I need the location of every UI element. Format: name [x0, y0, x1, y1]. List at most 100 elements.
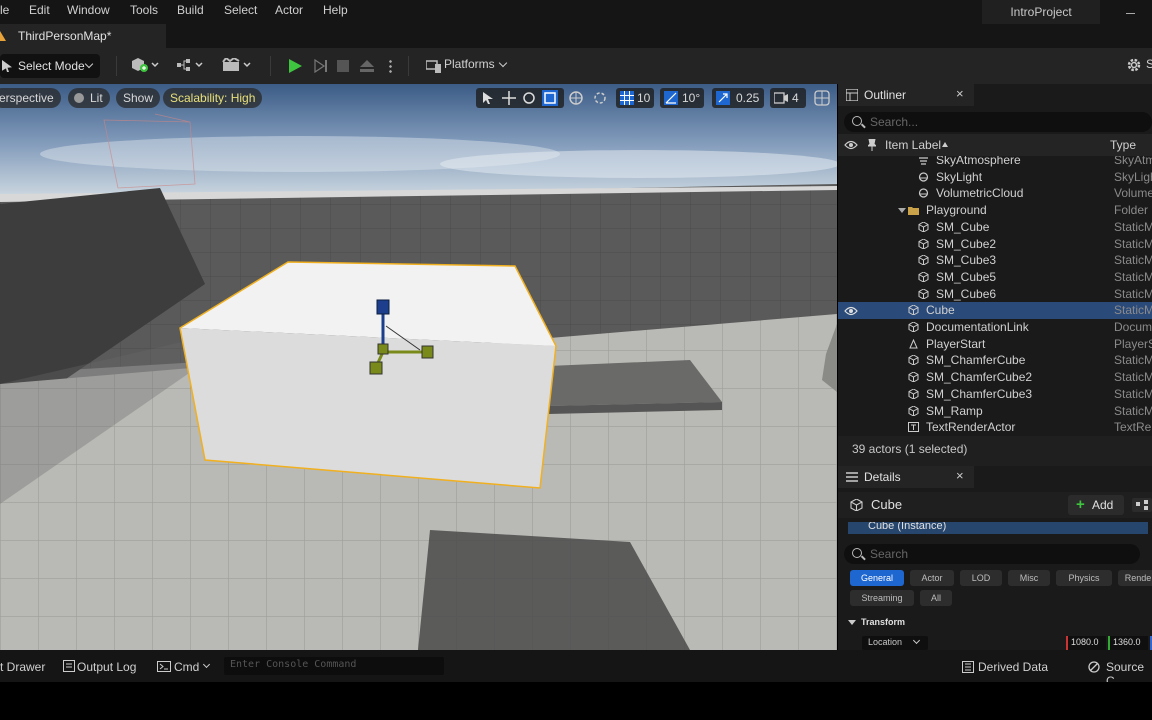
viewport-layout-icon[interactable] — [814, 90, 830, 106]
details-title: Details — [864, 470, 901, 484]
location-y-field[interactable]: 1360.0 — [1108, 636, 1148, 650]
map-tab[interactable]: ThirdPersonMap* — [0, 24, 166, 48]
blueprint-icon[interactable] — [176, 58, 206, 72]
visibility-icon[interactable] — [844, 140, 858, 150]
outliner-row[interactable]: VolumetricCloud Volume — [838, 185, 1152, 202]
translate-icon[interactable] — [502, 91, 516, 105]
outliner-row[interactable]: Cube StaticM — [838, 302, 1152, 319]
output-log-button[interactable]: Output Log — [61, 658, 145, 676]
select-mode-dropdown[interactable]: Select Mode — [0, 54, 100, 78]
minimize-icon[interactable] — [1126, 13, 1135, 14]
document-tab-row: ThirdPersonMap* — [0, 24, 1152, 48]
lit-dropdown[interactable]: Lit — [68, 88, 110, 108]
outliner-column-header: Item Label Type — [838, 134, 1152, 156]
blueprint-convert-icon[interactable] — [1132, 498, 1152, 512]
cmd-dropdown[interactable]: Cmd — [157, 658, 217, 676]
menu-file[interactable]: le — [0, 3, 9, 17]
component-instance-row[interactable]: Cube (Instance) — [848, 522, 1148, 534]
scene-render[interactable] — [0, 84, 837, 650]
outliner-tab[interactable]: Outliner × — [838, 84, 974, 106]
filter-actor[interactable]: Actor — [910, 570, 954, 586]
filter-lod[interactable]: LOD — [960, 570, 1002, 586]
menu-window[interactable]: Window — [67, 3, 110, 17]
eject-icon[interactable] — [360, 60, 374, 72]
select-icon[interactable] — [482, 91, 494, 105]
outliner-row[interactable]: TextRenderActor TextRen — [838, 419, 1152, 436]
add-component-button[interactable]: + Add — [1068, 495, 1124, 515]
more-options-icon[interactable] — [389, 59, 392, 73]
platforms-dropdown[interactable]: Platforms — [424, 56, 510, 76]
output-log-label: Output Log — [77, 660, 137, 674]
actor-name-field[interactable]: Cube — [871, 497, 902, 512]
console-command-input[interactable]: Enter Console Command — [224, 657, 444, 675]
outliner-search-input[interactable]: Search... — [844, 112, 1152, 132]
cinematics-icon[interactable] — [222, 58, 254, 72]
menu-build[interactable]: Build — [177, 3, 204, 17]
filter-general[interactable]: General — [850, 570, 904, 586]
scalability-indicator[interactable]: Scalability: High — [163, 88, 263, 108]
stop-icon[interactable] — [337, 60, 349, 72]
menu-tools[interactable]: Tools — [130, 3, 158, 17]
menu-select[interactable]: Select — [224, 3, 257, 17]
add-content-icon[interactable] — [130, 58, 160, 72]
outliner-row[interactable]: SM_Cube5 StaticM — [838, 269, 1152, 286]
outliner-row[interactable]: Playground Folder — [838, 202, 1152, 219]
outliner-row[interactable]: SM_Cube2 StaticM — [838, 236, 1152, 253]
rotation-snap-icon — [664, 91, 678, 105]
outliner-row[interactable]: SM_ChamferCube StaticM — [838, 352, 1152, 369]
camera-speed-button[interactable]: 4 — [770, 88, 806, 108]
close-icon[interactable]: × — [956, 86, 964, 101]
close-icon[interactable]: × — [956, 468, 964, 483]
perspective-dropdown[interactable]: erspective — [0, 88, 61, 108]
scale-snap-toggle[interactable]: 0.25 — [712, 88, 764, 108]
menu-edit[interactable]: Edit — [29, 3, 50, 17]
expand-arrow-icon[interactable] — [898, 208, 906, 214]
show-dropdown[interactable]: Show — [116, 88, 161, 108]
add-label: Add — [1092, 498, 1114, 512]
menu-help[interactable]: Help — [323, 3, 348, 17]
pin-icon[interactable] — [868, 139, 876, 151]
rotate-icon[interactable] — [522, 91, 536, 105]
type-column[interactable]: Type — [1110, 138, 1136, 152]
outliner-row[interactable]: DocumentationLink Docum — [838, 319, 1152, 336]
static-mesh-icon — [850, 499, 863, 511]
rotation-snap-toggle[interactable]: 10° — [660, 88, 704, 108]
world-space-icon[interactable] — [568, 90, 584, 106]
outliner-row[interactable]: SM_Ramp StaticM — [838, 403, 1152, 420]
filter-all[interactable]: All — [920, 590, 952, 606]
outliner-row-label: SM_Cube — [936, 219, 990, 234]
details-search-input[interactable]: Search — [844, 544, 1140, 564]
source-control-button[interactable]: Source C — [1088, 658, 1152, 688]
surface-snap-icon[interactable] — [592, 90, 608, 106]
filter-rendering[interactable]: Rende — [1118, 570, 1152, 586]
play-advanced-icon[interactable] — [314, 59, 328, 73]
scale-icon[interactable] — [542, 90, 558, 106]
text-render-icon — [908, 422, 919, 433]
location-x-field[interactable]: 1080.0 — [1066, 636, 1106, 650]
outliner-row[interactable]: PlayerStart PlayerS — [838, 336, 1152, 353]
outliner-row[interactable]: SM_Cube StaticM — [838, 219, 1152, 236]
derived-data-button[interactable]: Derived Data — [962, 658, 1062, 676]
outliner-footer: 39 actors (1 selected) — [838, 436, 1152, 466]
outliner-row[interactable]: SkyLight SkyLigh — [838, 169, 1152, 186]
filter-streaming[interactable]: Streaming — [850, 590, 914, 606]
filter-misc[interactable]: Misc — [1008, 570, 1050, 586]
location-mode-dropdown[interactable]: Location — [862, 636, 928, 650]
filter-physics[interactable]: Physics — [1056, 570, 1112, 586]
outliner-row[interactable]: SM_ChamferCube3 StaticM — [838, 386, 1152, 403]
grid-snap-toggle[interactable]: 10 — [616, 88, 654, 108]
details-tab[interactable]: Details × — [838, 466, 974, 488]
content-drawer-button[interactable]: t Drawer — [0, 660, 45, 674]
level-viewport[interactable]: erspective Lit Show Scalability: High 10… — [0, 84, 837, 650]
play-icon[interactable] — [289, 59, 302, 73]
outliner-row[interactable]: SM_Cube3 StaticM — [838, 252, 1152, 269]
visibility-icon[interactable] — [844, 306, 858, 316]
outliner-row-label: VolumetricCloud — [936, 186, 1024, 201]
outliner-row[interactable]: SM_ChamferCube2 StaticM — [838, 369, 1152, 386]
outliner-row[interactable]: SM_Cube6 StaticM — [838, 286, 1152, 303]
settings-button[interactable]: S — [1124, 55, 1152, 75]
item-label-column[interactable]: Item Label — [885, 138, 941, 152]
transform-section-header[interactable]: Transform — [838, 614, 1152, 634]
menu-bar: le Edit Window Tools Build Select Actor … — [0, 0, 1152, 24]
menu-actor[interactable]: Actor — [275, 3, 303, 17]
